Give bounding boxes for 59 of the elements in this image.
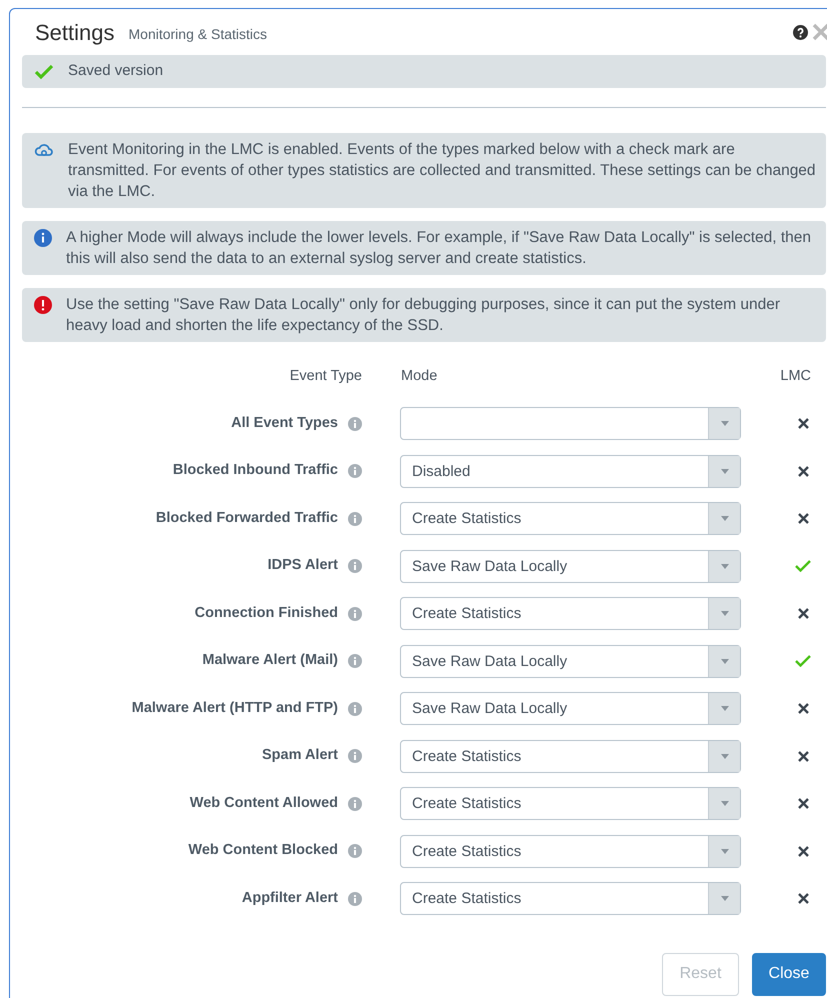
status-text: Saved version xyxy=(68,61,164,82)
event-type-label: IDPS Alert xyxy=(268,556,338,576)
mode-select[interactable]: Save Raw Data Locally xyxy=(400,692,741,726)
mode-select[interactable]: Create Statistics xyxy=(400,834,741,868)
info-icon[interactable] xyxy=(348,512,362,526)
mode-select[interactable]: Save Raw Data Locally xyxy=(400,550,741,583)
info-icon[interactable] xyxy=(348,892,362,906)
info-icon[interactable] xyxy=(348,464,362,478)
event-type-label: Connection Finished xyxy=(194,604,338,623)
caret-icon xyxy=(720,801,728,806)
close-button[interactable]: Close xyxy=(752,952,826,996)
caret-icon xyxy=(720,516,728,522)
mode-select[interactable]: Create Statistics xyxy=(400,502,741,536)
event-type-label: Blocked Forwarded Traffic xyxy=(156,508,338,528)
notice-text: Event Monitoring in the LMC is enabled. Events of the types marked below with a check mark are transmitted. For events of other types statistics are collected and transmitted. These settings can be changed via the LMC. xyxy=(68,140,817,202)
error-icon xyxy=(34,296,52,314)
caret-icon xyxy=(720,848,728,854)
column-header: LMC xyxy=(780,367,811,386)
mode-select[interactable]: Create Statistics xyxy=(400,882,741,916)
column-header: Event Type xyxy=(288,367,362,386)
info-icon[interactable] xyxy=(348,416,362,431)
mode-select[interactable] xyxy=(400,407,741,440)
caret-icon xyxy=(720,896,728,902)
event-type-label: Web Content Blocked xyxy=(188,841,338,860)
dialog-title: Settings xyxy=(35,18,114,47)
caret-icon xyxy=(720,706,728,712)
check-icon xyxy=(34,64,54,80)
info-icon[interactable] xyxy=(348,654,362,668)
mode-select[interactable]: Create Statistics xyxy=(400,787,741,820)
caret-icon xyxy=(720,564,728,569)
info-icon[interactable] xyxy=(348,606,362,621)
caret-icon xyxy=(720,754,728,759)
caret-icon xyxy=(720,611,728,616)
info-icon xyxy=(34,229,52,247)
mode-select[interactable]: Disabled xyxy=(400,454,741,488)
help-icon[interactable] xyxy=(793,24,808,40)
dialog-subtitle: Monitoring & Statistics xyxy=(128,24,267,44)
event-type-label: Spam Alert xyxy=(262,746,338,766)
event-type-label: Malware Alert (Mail) xyxy=(202,651,338,670)
caret-icon xyxy=(720,658,728,664)
mode-select[interactable]: Create Statistics xyxy=(400,740,741,773)
caret-icon xyxy=(720,421,728,426)
info-icon[interactable] xyxy=(348,749,362,764)
info-icon[interactable] xyxy=(348,796,362,811)
event-type-label: Appfilter Alert xyxy=(242,888,338,908)
notice-text: A higher Mode will always include the lower levels. For example, if "Save Raw Data Locally" is selected, then this will also send the data to an external syslog server and create statistics. xyxy=(66,228,812,269)
caret-icon xyxy=(720,468,728,474)
event-type-label: Malware Alert (HTTP and FTP) xyxy=(132,698,338,718)
cloud-icon xyxy=(34,142,54,158)
info-icon[interactable] xyxy=(348,559,362,574)
event-type-label: Blocked Inbound Traffic xyxy=(172,461,338,480)
event-type-label: All Event Types xyxy=(231,414,338,433)
info-icon[interactable] xyxy=(348,844,362,858)
column-header: Mode xyxy=(401,367,438,386)
mode-select[interactable]: Save Raw Data Locally xyxy=(400,644,741,678)
mode-select[interactable]: Create Statistics xyxy=(400,597,741,630)
event-type-label: Web Content Allowed xyxy=(190,794,338,813)
info-icon[interactable] xyxy=(348,702,362,716)
notice-text: Use the setting "Save Raw Data Locally" only for debugging purposes, since it can put the system under heavy load and shorten the life expectancy of the SSD. xyxy=(66,295,782,336)
